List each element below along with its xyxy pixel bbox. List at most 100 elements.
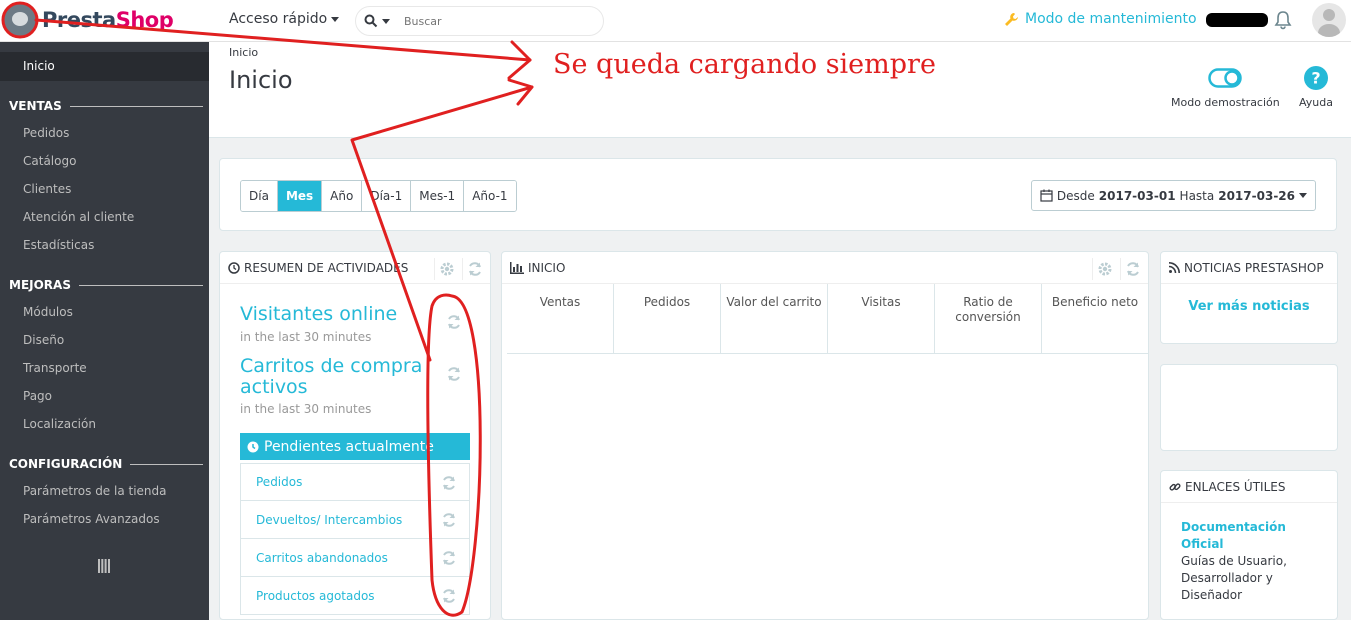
- from-date: 2017-03-01: [1098, 188, 1176, 203]
- search-icon[interactable]: [364, 14, 378, 28]
- quick-access-dropdown[interactable]: Acceso rápido: [229, 11, 340, 27]
- sidebar-item-catalog[interactable]: Catálogo: [0, 147, 209, 175]
- quick-access-label: Acceso rápido: [229, 11, 328, 27]
- pending-list: Pedidos Devueltos/ Intercambios Carritos…: [240, 463, 470, 615]
- sidebar: Inicio VENTAS Pedidos Catálogo Clientes …: [0, 42, 209, 620]
- refresh-icon: [468, 262, 481, 276]
- kpi-cart-value[interactable]: Valor del carrito: [721, 284, 828, 353]
- sidebar-item-stats[interactable]: Estadísticas: [0, 231, 209, 259]
- logo[interactable]: PrestaShop: [4, 4, 174, 36]
- sidebar-item-shop-parameters[interactable]: Parámetros de la tienda: [0, 477, 209, 505]
- maintenance-mode-link[interactable]: Modo de mantenimiento: [1004, 11, 1197, 27]
- svg-text:?: ?: [1311, 69, 1320, 88]
- calendar-icon: [1040, 189, 1053, 202]
- pending-item-label: Productos agotados: [256, 588, 375, 603]
- online-visitors-link[interactable]: Visitantes online: [240, 304, 397, 325]
- bell-icon[interactable]: [1273, 10, 1293, 30]
- news-panel-header: NOTICIAS PRESTASHOP: [1161, 252, 1337, 284]
- caret-down-icon: [1299, 193, 1307, 198]
- search-input[interactable]: [404, 14, 574, 28]
- sidebar-item-customers[interactable]: Clientes: [0, 175, 209, 203]
- loading-spinner-icon: [443, 476, 455, 490]
- refresh-icon: [1126, 262, 1139, 276]
- period-prev-year-button[interactable]: Año-1: [464, 181, 516, 211]
- top-bar: PrestaShop Acceso rápido Modo de manteni…: [0, 0, 1351, 42]
- gear-icon: [1098, 262, 1111, 276]
- useful-links-panel: ENLACES ÚTILES Documentación Oficial Guí…: [1160, 470, 1338, 620]
- from-label: Desde: [1056, 188, 1095, 203]
- sidebar-item-advanced-parameters[interactable]: Parámetros Avanzados: [0, 505, 209, 533]
- refresh-button[interactable]: [1120, 258, 1144, 280]
- sidebar-item-localization[interactable]: Localización: [0, 410, 209, 438]
- collapse-menu-icon[interactable]: [98, 559, 110, 573]
- maintenance-mode-label: Modo de mantenimiento: [1025, 11, 1197, 27]
- more-news-link[interactable]: Ver más noticias: [1161, 299, 1337, 314]
- activity-panel: RESUMEN DE ACTIVIDADES Visitantes online…: [219, 251, 491, 620]
- help-label: Ayuda: [1299, 96, 1333, 109]
- configure-button[interactable]: [434, 258, 458, 280]
- pending-orders-link[interactable]: Pedidos: [240, 463, 470, 501]
- annotation-text: Se queda cargando siempre: [553, 49, 936, 80]
- breadcrumb[interactable]: Inicio: [229, 46, 258, 59]
- demo-mode-button[interactable]: Modo demostración: [1171, 60, 1280, 109]
- bar-chart-icon: [510, 261, 524, 274]
- sidebar-item-modules[interactable]: Módulos: [0, 298, 209, 326]
- kpi-sales[interactable]: Ventas: [507, 284, 614, 353]
- useful-links-title: ENLACES ÚTILES: [1185, 479, 1286, 494]
- sidebar-item-customer-service[interactable]: Atención al cliente: [0, 203, 209, 231]
- to-date: 2017-03-26: [1218, 188, 1295, 203]
- documentation-description: Guías de Usuario, Desarrollador y Diseña…: [1181, 554, 1287, 602]
- pending-abandoned-carts-link[interactable]: Carritos abandonados: [240, 539, 470, 577]
- active-carts-link[interactable]: Carritos de compra activos: [240, 356, 422, 398]
- sidebar-section-ventas: VENTAS: [9, 99, 203, 113]
- period-year-button[interactable]: Año: [322, 181, 363, 211]
- clock-icon: [228, 261, 240, 274]
- demo-mode-label: Modo demostración: [1171, 96, 1280, 109]
- loading-spinner-icon: [443, 513, 455, 527]
- rss-icon: [1169, 262, 1180, 273]
- kpi-orders[interactable]: Pedidos: [614, 284, 721, 353]
- sidebar-item-home[interactable]: Inicio: [0, 52, 209, 81]
- sidebar-item-orders[interactable]: Pedidos: [0, 119, 209, 147]
- configure-button[interactable]: [1092, 258, 1116, 280]
- clock-icon: [247, 441, 259, 452]
- period-day-button[interactable]: Día: [241, 181, 278, 211]
- dashboard-panel-title: INICIO: [528, 260, 566, 275]
- sidebar-section-configuracion: CONFIGURACIÓN: [9, 457, 203, 471]
- user-avatar[interactable]: [1312, 3, 1346, 37]
- prestashop-logo-icon: [4, 4, 36, 36]
- active-carts-subtitle: in the last 30 minutes: [240, 402, 372, 416]
- refresh-button[interactable]: [462, 258, 486, 280]
- sidebar-item-shipping[interactable]: Transporte: [0, 354, 209, 382]
- dashboard-panel-header: INICIO: [502, 252, 1148, 284]
- kpi-net-profit[interactable]: Beneficio neto: [1042, 284, 1148, 353]
- documentation-link[interactable]: Documentación Oficial: [1181, 519, 1301, 553]
- kpi-visits[interactable]: Visitas: [828, 284, 935, 353]
- loading-spinner-icon: [448, 367, 460, 381]
- news-panel-title: NOTICIAS PRESTASHOP: [1184, 260, 1324, 275]
- redacted-shop-name: [1206, 13, 1268, 27]
- pending-item-label: Pedidos: [256, 475, 303, 489]
- search-type-caret-icon[interactable]: [382, 18, 390, 24]
- loading-spinner-icon: [448, 315, 460, 329]
- period-month-button[interactable]: Mes: [277, 181, 323, 211]
- period-prev-day-button[interactable]: Día-1: [362, 181, 412, 211]
- dashboard-panel: INICIO Ventas Pedidos Valor del carrito …: [501, 251, 1149, 620]
- news-panel: NOTICIAS PRESTASHOP Ver más noticias: [1160, 251, 1338, 344]
- pending-title: Pendientes actualmente: [264, 438, 434, 455]
- help-button[interactable]: ? Ayuda: [1299, 60, 1333, 109]
- sidebar-item-design[interactable]: Diseño: [0, 326, 209, 354]
- help-icon: ?: [1303, 66, 1328, 90]
- online-visitors-subtitle: in the last 30 minutes: [240, 330, 372, 344]
- period-prev-month-button[interactable]: Mes-1: [411, 181, 465, 211]
- pending-returns-link[interactable]: Devueltos/ Intercambios: [240, 501, 470, 539]
- kpi-conversion-rate[interactable]: Ratio de conversión: [935, 284, 1042, 353]
- loading-spinner-icon: [443, 589, 455, 603]
- period-buttons: Día Mes Año Día-1 Mes-1 Año-1: [240, 180, 517, 212]
- pending-out-of-stock-link[interactable]: Productos agotados: [240, 577, 470, 615]
- search-bar[interactable]: [355, 6, 604, 36]
- pending-item-label: Devueltos/ Intercambios: [256, 512, 403, 527]
- sidebar-item-payment[interactable]: Pago: [0, 382, 209, 410]
- wrench-icon: [1005, 12, 1018, 26]
- date-range-picker[interactable]: Desde 2017-03-01 Hasta 2017-03-26: [1030, 180, 1316, 211]
